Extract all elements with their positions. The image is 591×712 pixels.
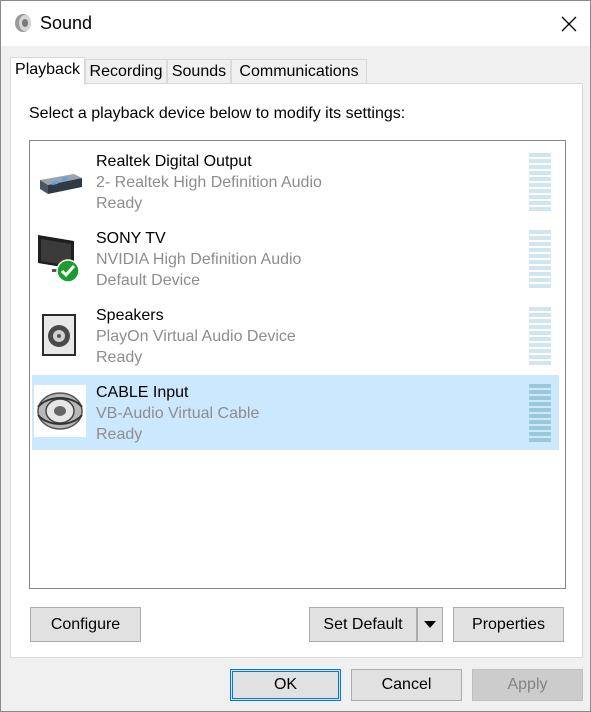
speaker-box-icon [42,314,76,356]
chevron-down-icon [424,621,436,628]
device-description: VB-Audio Virtual Cable [96,405,260,422]
close-button[interactable] [547,1,590,46]
properties-button[interactable]: Properties [453,607,564,642]
title-bar: Sound [1,1,590,46]
device-status: Default Device [96,272,201,289]
volume-meter [529,230,551,290]
device-name: CABLE Input [96,384,189,401]
tab-playback[interactable]: Playback [10,57,85,85]
device-item-sony-tv[interactable]: SONY TV NVIDIA High Definition Audio Def… [32,221,559,296]
playback-panel: Select a playback device below to modify… [10,83,583,658]
close-icon [561,16,576,31]
apply-button[interactable]: Apply [472,669,583,701]
speaker-icon [15,14,31,32]
device-list[interactable]: Realtek Digital Output 2- Realtek High D… [29,140,566,589]
device-description: NVIDIA High Definition Audio [96,251,302,268]
configure-button[interactable]: Configure [30,607,141,642]
tab-sounds[interactable]: Sounds [167,59,231,84]
device-status: Ready [96,195,143,212]
device-status: Ready [96,426,143,443]
volume-meter [529,153,551,213]
device-status: Ready [96,349,143,366]
tab-communications[interactable]: Communications [231,59,367,84]
volume-meter [529,307,551,367]
ok-button[interactable]: OK [230,669,341,701]
device-item-cable-input[interactable]: CABLE Input VB-Audio Virtual Cable Ready [32,375,559,450]
tv-icon [38,235,80,283]
volume-meter [529,384,551,444]
cable-icon [34,385,86,437]
device-item-speakers[interactable]: Speakers PlayOn Virtual Audio Device Rea… [32,298,559,373]
device-name: Realtek Digital Output [96,153,252,170]
tab-recording[interactable]: Recording [85,59,167,84]
device-description: PlayOn Virtual Audio Device [96,328,296,345]
device-name: Speakers [96,307,164,324]
window-title: Sound [40,13,93,33]
instructions-text: Select a playback device below to modify… [29,105,406,122]
device-item-realtek-digital-output[interactable]: Realtek Digital Output 2- Realtek High D… [32,144,559,219]
device-name: SONY TV [96,230,166,247]
device-description: 2- Realtek High Definition Audio [96,174,322,191]
set-default-button[interactable]: Set Default [309,607,417,642]
digital-output-icon [40,174,82,194]
cancel-button[interactable]: Cancel [351,669,462,701]
set-default-dropdown-button[interactable] [417,607,443,642]
sound-dialog: Sound Playback Recording Sounds Communic… [0,0,591,712]
default-check-icon [56,259,80,283]
